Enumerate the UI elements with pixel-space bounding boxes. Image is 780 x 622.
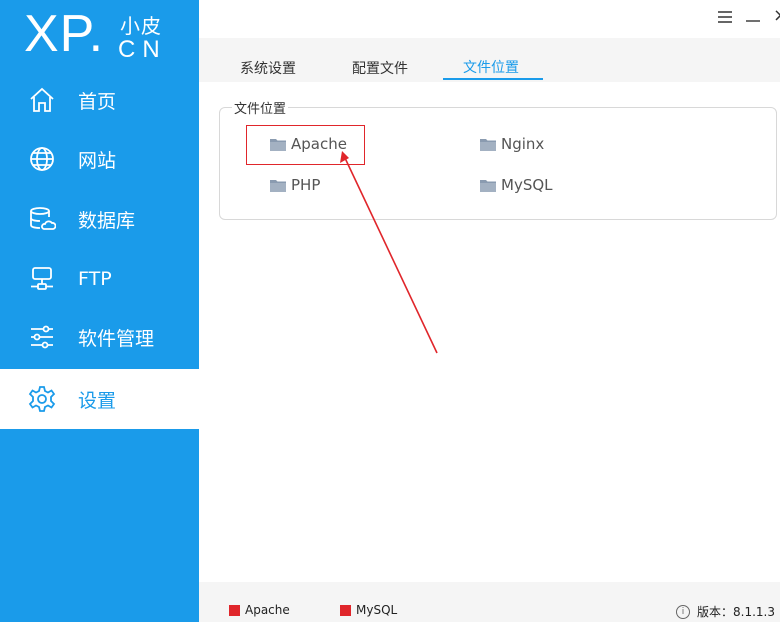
- sidebar-item-label: 软件管理: [78, 327, 155, 350]
- logo-chinese: 小皮: [120, 14, 162, 38]
- folder-icon: [480, 139, 496, 151]
- version-label: 版本：8.1.1.3: [697, 605, 775, 619]
- logo-cn: CN: [118, 36, 167, 63]
- sidebar-item-label: FTP: [78, 268, 112, 290]
- sidebar-item-settings[interactable]: 设置: [0, 369, 199, 429]
- folder-mysql[interactable]: MySQL: [480, 176, 553, 194]
- version-info: i 版本：8.1.1.3: [676, 603, 775, 620]
- sidebar-item-website[interactable]: 网站: [0, 129, 199, 189]
- folder-nginx[interactable]: Nginx: [480, 135, 544, 153]
- home-icon: [28, 86, 56, 114]
- active-tab-indicator: [443, 78, 543, 80]
- info-icon: i: [676, 604, 690, 619]
- service-label: MySQL: [356, 603, 398, 617]
- service-status-apache[interactable]: Apache: [229, 603, 290, 617]
- status-indicator: [229, 604, 240, 616]
- folder-label: MySQL: [501, 176, 553, 194]
- folder-icon: [270, 180, 286, 192]
- logo: XP. 小皮 CN: [24, 5, 194, 66]
- sidebar-item-label: 网站: [78, 149, 117, 172]
- sidebar-item-software[interactable]: 软件管理: [0, 307, 199, 367]
- folder-label: Nginx: [501, 135, 545, 153]
- folder-php[interactable]: PHP: [270, 176, 320, 194]
- sidebar-item-label: 设置: [78, 389, 117, 412]
- globe-icon: [28, 145, 56, 173]
- tab-file-locations[interactable]: 文件位置: [463, 57, 519, 77]
- status-indicator: [340, 604, 351, 616]
- sidebar: XP. 小皮 CN 首页 网站 数据库 FTP 软件管理 设置: [0, 0, 199, 622]
- hamburger-icon[interactable]: [718, 8, 732, 27]
- sidebar-item-database[interactable]: 数据库: [0, 189, 199, 249]
- service-status-mysql[interactable]: MySQL: [340, 603, 397, 617]
- panel-legend: 文件位置: [232, 98, 289, 117]
- folder-label: PHP: [291, 176, 321, 194]
- minimize-icon[interactable]: [746, 10, 760, 29]
- service-label: Apache: [245, 603, 290, 617]
- ftp-icon: [28, 265, 56, 293]
- sidebar-item-label: 首页: [78, 90, 117, 113]
- highlight-box: [246, 125, 365, 165]
- database-icon: [28, 205, 56, 233]
- sliders-icon: [28, 323, 56, 351]
- folder-icon: [480, 180, 496, 192]
- logo-xp: XP.: [24, 5, 105, 63]
- sidebar-item-label: 数据库: [78, 209, 136, 232]
- close-icon[interactable]: ×: [773, 5, 780, 26]
- sidebar-item-ftp[interactable]: FTP: [0, 249, 199, 309]
- gear-icon: [28, 385, 56, 413]
- tab-config-files[interactable]: 配置文件: [352, 58, 408, 78]
- sidebar-item-home[interactable]: 首页: [0, 70, 199, 130]
- tab-system-settings[interactable]: 系统设置: [240, 58, 296, 78]
